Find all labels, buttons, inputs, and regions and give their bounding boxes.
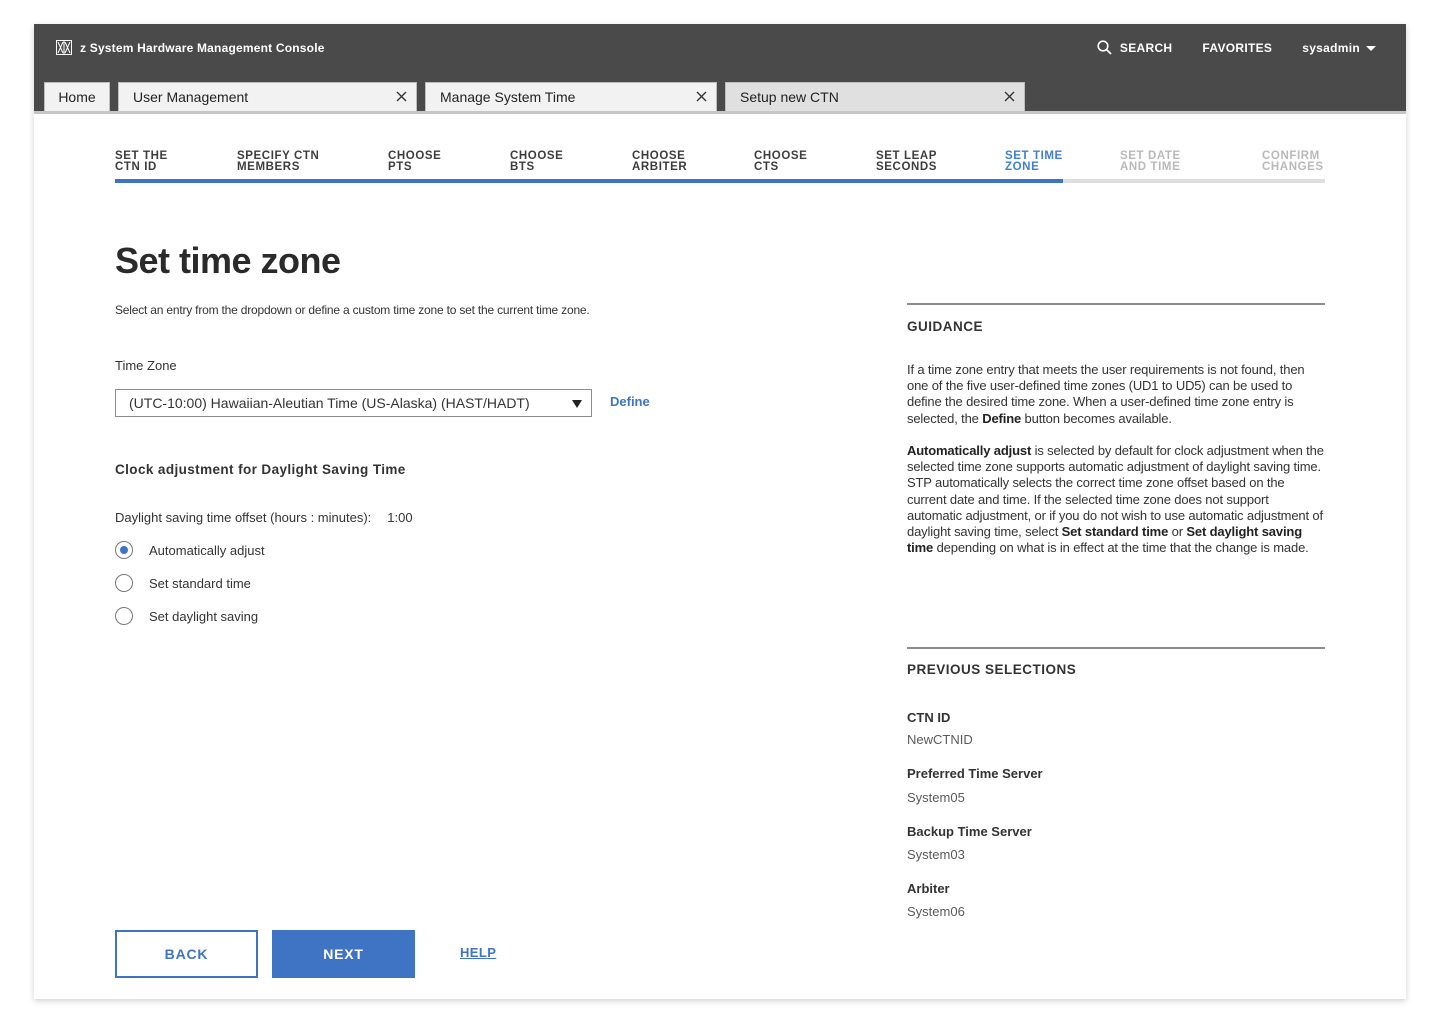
- previous-arbiter-label: Arbiter: [907, 881, 950, 896]
- next-button[interactable]: NEXT: [272, 930, 415, 978]
- tab-home[interactable]: Home: [44, 82, 110, 111]
- radio-set-standard-time[interactable]: Set standard time: [115, 574, 251, 592]
- help-link[interactable]: HELP: [460, 945, 496, 960]
- step-set-ctn-id[interactable]: SET THE CTN ID: [115, 150, 168, 173]
- close-icon[interactable]: [695, 90, 708, 103]
- step-choose-arbiter[interactable]: CHOOSE ARBITER: [632, 150, 687, 173]
- step-set-date-and-time: SET DATE AND TIME: [1120, 150, 1181, 173]
- previous-ctn-id-label: CTN ID: [907, 710, 951, 725]
- radio-automatically-adjust[interactable]: Automatically adjust: [115, 541, 265, 559]
- tab-label: User Management: [133, 89, 249, 105]
- previous-ctn-id-value: NewCTNID: [907, 732, 973, 747]
- guidance-divider: [907, 303, 1325, 305]
- user-name: sysadmin: [1302, 40, 1360, 55]
- close-icon[interactable]: [395, 90, 408, 103]
- previous-bts-value: System03: [907, 847, 965, 862]
- dst-offset-label: Daylight saving time offset (hours : min…: [115, 510, 372, 525]
- guidance-bold-text: Set standard time: [1061, 524, 1169, 540]
- hmc-window: z System Hardware Management Console SEA…: [34, 24, 1406, 999]
- guidance-text: button becomes available.: [1021, 410, 1172, 426]
- time-zone-select[interactable]: (UTC-10:00) Hawaiian-Aleutian Time (US-A…: [115, 389, 592, 417]
- tab-user-management[interactable]: User Management: [118, 82, 417, 111]
- radio-button[interactable]: [115, 607, 133, 625]
- step-choose-pts[interactable]: CHOOSE PTS: [388, 150, 441, 173]
- time-zone-label: Time Zone: [115, 358, 177, 373]
- tab-manage-system-time[interactable]: Manage System Time: [425, 82, 717, 111]
- step-set-time-zone[interactable]: SET TIME ZONE: [1005, 150, 1063, 173]
- guidance-heading: GUIDANCE: [907, 319, 984, 334]
- previous-pts-label: Preferred Time Server: [907, 766, 1043, 781]
- search-icon: [1097, 40, 1112, 55]
- radio-button[interactable]: [115, 541, 133, 559]
- top-actions: SEARCH FAVORITES sysadmin: [1067, 40, 1376, 55]
- radio-label: Automatically adjust: [149, 542, 265, 558]
- radio-button[interactable]: [115, 574, 133, 592]
- radio-label: Set standard time: [149, 575, 251, 591]
- wizard-progress-track: [115, 179, 1325, 183]
- tab-label: Manage System Time: [440, 89, 576, 105]
- hmc-logo-icon: [56, 40, 72, 55]
- favorites-label: FAVORITES: [1202, 40, 1273, 55]
- search-label: SEARCH: [1119, 40, 1173, 55]
- previous-selections-divider: [907, 647, 1325, 649]
- guidance-bold-text: Define: [982, 410, 1022, 426]
- step-choose-bts[interactable]: CHOOSE BTS: [510, 150, 563, 173]
- top-bar: z System Hardware Management Console SEA…: [34, 24, 1406, 114]
- wizard-progress-fill: [115, 179, 1063, 183]
- brand: z System Hardware Management Console: [56, 40, 325, 55]
- radio-label: Set daylight saving: [149, 608, 259, 624]
- previous-bts-label: Backup Time Server: [907, 824, 1032, 839]
- tab-setup-new-ctn[interactable]: Setup new CTN: [725, 82, 1025, 111]
- dst-offset-row: Daylight saving time offset (hours : min…: [115, 510, 413, 525]
- tab-label: Home: [58, 89, 96, 105]
- dst-offset-value: 1:00: [387, 510, 413, 525]
- step-confirm-changes: CONFIRM CHANGES: [1262, 150, 1324, 173]
- dst-heading: Clock adjustment for Daylight Saving Tim…: [115, 462, 406, 477]
- app-title: z System Hardware Management Console: [80, 40, 325, 55]
- dropdown-arrow-icon: [572, 400, 582, 408]
- tab-bar: Home User Management Manage System Time …: [44, 82, 1025, 111]
- user-menu[interactable]: sysadmin: [1302, 41, 1376, 55]
- time-zone-selected-value: (UTC-10:00) Hawaiian-Aleutian Time (US-A…: [129, 395, 530, 411]
- define-button[interactable]: Define: [610, 394, 650, 409]
- back-button[interactable]: BACK: [115, 930, 258, 978]
- close-icon[interactable]: [1003, 90, 1016, 103]
- tab-label: Setup new CTN: [740, 89, 839, 105]
- radio-set-daylight-saving[interactable]: Set daylight saving: [115, 607, 258, 625]
- previous-selections-heading: PREVIOUS SELECTIONS: [907, 662, 1077, 677]
- guidance-paragraph-2: Automatically adjust is selected by defa…: [907, 443, 1325, 556]
- step-set-leap-seconds[interactable]: SET LEAP SECONDS: [876, 150, 937, 173]
- guidance-bold-text: Automatically adjust: [907, 443, 1032, 458]
- previous-arbiter-value: System06: [907, 904, 965, 919]
- guidance-text: or: [1168, 524, 1187, 540]
- chevron-down-icon: [1366, 46, 1376, 51]
- page-subtitle: Select an entry from the dropdown or def…: [115, 303, 590, 317]
- guidance-paragraph-1: If a time zone entry that meets the user…: [907, 362, 1325, 427]
- step-specify-ctn-members[interactable]: SPECIFY CTN MEMBERS: [237, 150, 319, 173]
- previous-pts-value: System05: [907, 790, 965, 805]
- page-title: Set time zone: [115, 240, 341, 281]
- search-button[interactable]: SEARCH: [1097, 40, 1172, 55]
- step-choose-cts[interactable]: CHOOSE CTS: [754, 150, 807, 173]
- guidance-text: depending on what is in effect at the ti…: [933, 540, 1309, 556]
- favorites-button[interactable]: FAVORITES: [1202, 41, 1272, 55]
